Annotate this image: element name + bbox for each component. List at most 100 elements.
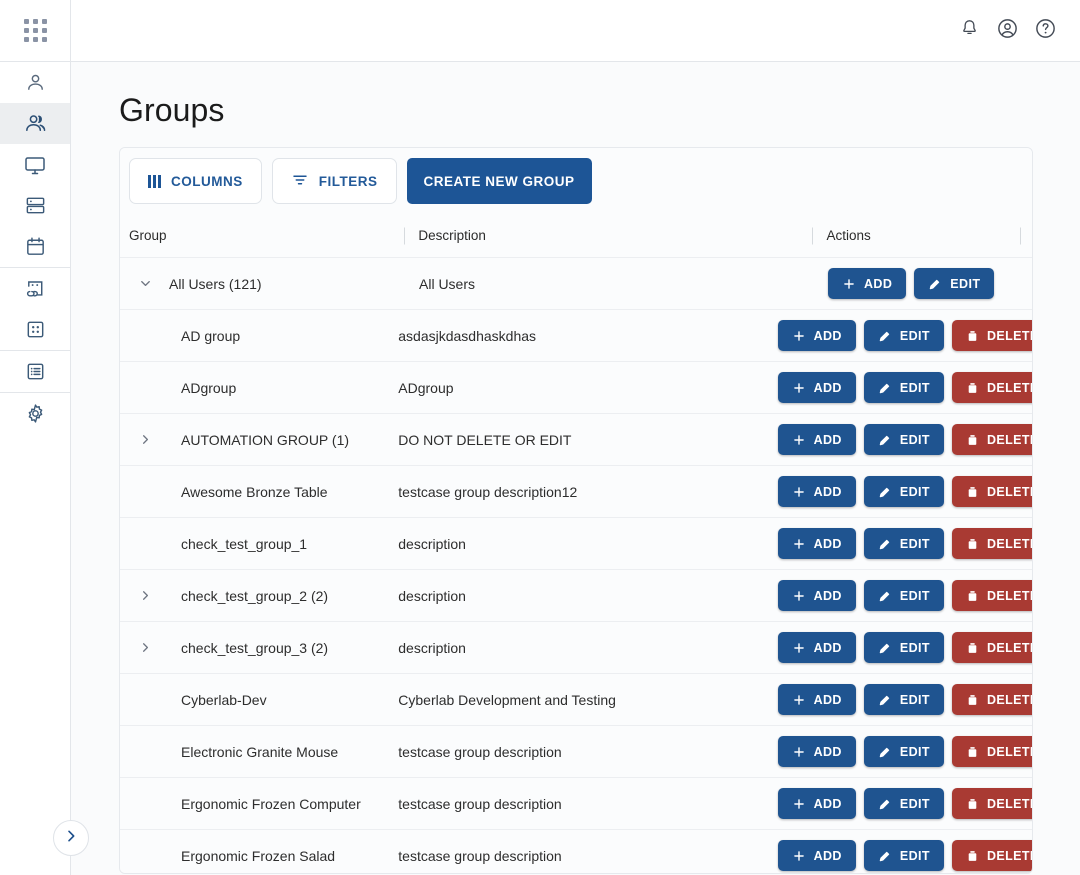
delete-button[interactable]: DELETE	[952, 580, 1033, 611]
edit-button-label: EDIT	[900, 589, 930, 603]
trash-icon	[966, 745, 979, 759]
edit-button-label: EDIT	[900, 381, 930, 395]
chevron-right-icon[interactable]	[129, 432, 161, 447]
sidebar-item-groups[interactable]	[0, 103, 70, 144]
delete-button[interactable]: DELETE	[952, 840, 1033, 871]
server-icon	[24, 194, 47, 217]
table-row[interactable]: AD groupasdasjkdasdhaskdhasADDEDITDELETE	[120, 310, 1032, 362]
chevron-down-icon[interactable]	[129, 276, 161, 291]
cell-group: ADgroup	[129, 380, 384, 396]
cell-actions: ADD EDIT DELETE	[764, 372, 1032, 403]
table-row[interactable]: check_test_group_2 (2)descriptionADDEDIT…	[120, 570, 1032, 622]
table-row[interactable]: AUTOMATION GROUP (1)DO NOT DELETE OR EDI…	[120, 414, 1032, 466]
add-button[interactable]: ADD	[778, 684, 856, 715]
edit-button[interactable]: EDIT	[864, 320, 944, 351]
delete-button[interactable]: DELETE	[952, 684, 1033, 715]
edit-button[interactable]: EDIT	[864, 476, 944, 507]
account-button[interactable]	[990, 14, 1024, 48]
edit-button[interactable]: EDIT	[864, 684, 944, 715]
edit-button[interactable]: EDIT	[864, 632, 944, 663]
edit-button[interactable]: EDIT	[864, 372, 944, 403]
sidebar-item-settings[interactable]	[0, 393, 70, 434]
edit-button[interactable]: EDIT	[864, 788, 944, 819]
add-button[interactable]: ADD	[778, 840, 856, 871]
add-button[interactable]: ADD	[778, 788, 856, 819]
pencil-icon	[928, 277, 942, 291]
cell-group: Ergonomic Frozen Salad	[129, 848, 384, 864]
sidebar-spacer	[0, 434, 70, 875]
table-row[interactable]: ADgroupADgroupADDEDITDELETE	[120, 362, 1032, 414]
table-row[interactable]: Ergonomic Frozen Saladtestcase group des…	[120, 830, 1032, 874]
sidebar-item-apps[interactable]	[0, 309, 70, 350]
cell-actions: ADD EDIT DELETE	[764, 476, 1032, 507]
create-new-group-button[interactable]: CREATE NEW GROUP	[407, 158, 592, 204]
edit-button[interactable]: EDIT	[864, 736, 944, 767]
column-header-description[interactable]: Description	[404, 214, 812, 257]
cell-group: Awesome Bronze Table	[129, 484, 384, 500]
add-button[interactable]: ADD	[778, 320, 856, 351]
sidebar-item-reports[interactable]	[0, 351, 70, 392]
delete-button[interactable]: DELETE	[952, 372, 1033, 403]
trash-icon	[966, 641, 979, 655]
pencil-icon	[878, 537, 892, 551]
chevron-right-icon[interactable]	[129, 588, 161, 603]
add-button[interactable]: ADD	[778, 736, 856, 767]
column-header-group[interactable]: Group	[129, 214, 404, 257]
main-area: Groups COLUMNS FILTERS	[71, 0, 1080, 875]
pencil-icon	[878, 381, 892, 395]
add-button[interactable]: ADD	[778, 580, 856, 611]
column-header-end	[1020, 214, 1032, 257]
delete-button[interactable]: DELETE	[952, 320, 1033, 351]
notifications-button[interactable]	[952, 14, 986, 48]
sidebar-item-servers[interactable]	[0, 185, 70, 226]
edit-button[interactable]: EDIT	[864, 424, 944, 455]
add-button[interactable]: ADD	[778, 424, 856, 455]
edit-button[interactable]: EDIT	[864, 580, 944, 611]
edit-button[interactable]: EDIT	[864, 528, 944, 559]
help-button[interactable]	[1028, 14, 1062, 48]
columns-button[interactable]: COLUMNS	[129, 158, 262, 204]
app-launcher-button[interactable]	[0, 0, 70, 62]
table-toolbar: COLUMNS FILTERS CREATE NEW GROUP	[120, 148, 1032, 214]
table-row[interactable]: check_test_group_1descriptionADDEDITDELE…	[120, 518, 1032, 570]
account-circle-icon	[996, 17, 1019, 45]
sidebar-item-user[interactable]	[0, 62, 70, 103]
add-button[interactable]: ADD	[778, 528, 856, 559]
table-row[interactable]: Cyberlab-DevCyberlab Development and Tes…	[120, 674, 1032, 726]
delete-button[interactable]: DELETE	[952, 528, 1033, 559]
chevron-right-icon[interactable]	[129, 640, 161, 655]
delete-button[interactable]: DELETE	[952, 476, 1033, 507]
list-icon	[24, 360, 47, 383]
delete-button-label: DELETE	[987, 745, 1033, 759]
cell-actions: ADD EDIT DELETE	[764, 736, 1032, 767]
cell-description: testcase group description12	[384, 484, 763, 500]
add-button-label: ADD	[814, 329, 842, 343]
table-row[interactable]: check_test_group_3 (2)descriptionADDEDIT…	[120, 622, 1032, 674]
sidebar-item-calendar[interactable]	[0, 226, 70, 267]
gear-icon	[24, 402, 47, 425]
table-row[interactable]: Awesome Bronze Tabletestcase group descr…	[120, 466, 1032, 518]
sidebar-item-connections[interactable]	[0, 268, 70, 309]
delete-button[interactable]: DELETE	[952, 736, 1033, 767]
group-name: Electronic Granite Mouse	[161, 744, 338, 760]
add-button[interactable]: ADD	[828, 268, 906, 299]
add-button[interactable]: ADD	[778, 372, 856, 403]
edit-button[interactable]: EDIT	[864, 840, 944, 871]
pencil-icon	[878, 433, 892, 447]
add-button[interactable]: ADD	[778, 632, 856, 663]
edit-button[interactable]: EDIT	[914, 268, 994, 299]
table-row[interactable]: All Users (121)All UsersADDEDIT	[120, 258, 1032, 310]
column-divider	[1020, 227, 1021, 244]
filters-button[interactable]: FILTERS	[272, 158, 397, 204]
delete-button[interactable]: DELETE	[952, 424, 1033, 455]
delete-button[interactable]: DELETE	[952, 632, 1033, 663]
sidebar-item-endpoints[interactable]	[0, 144, 70, 185]
column-header-actions[interactable]: Actions	[812, 214, 1020, 257]
add-button[interactable]: ADD	[778, 476, 856, 507]
monitor-icon	[23, 153, 47, 177]
sidebar-expand-button[interactable]	[53, 820, 89, 856]
table-row[interactable]: Ergonomic Frozen Computertestcase group …	[120, 778, 1032, 830]
table-header-row: Group Description Actions	[120, 214, 1032, 258]
delete-button[interactable]: DELETE	[952, 788, 1033, 819]
table-row[interactable]: Electronic Granite Mousetestcase group d…	[120, 726, 1032, 778]
